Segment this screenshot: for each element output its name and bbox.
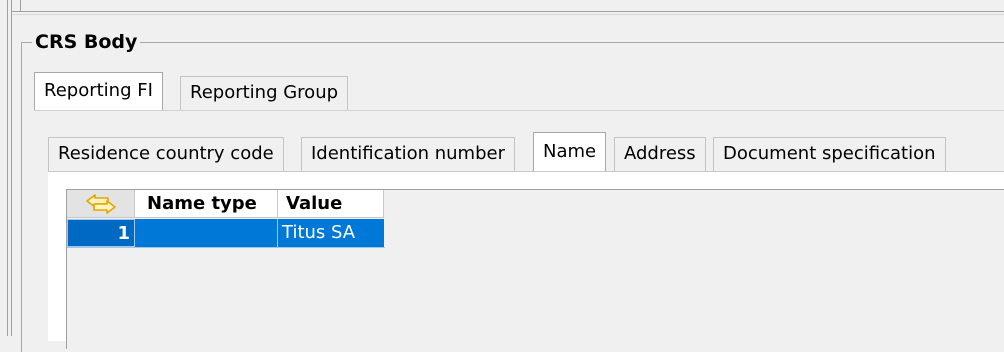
top-pane-divider-shadow — [12, 14, 1004, 15]
tab-residence-country-code[interactable]: Residence country code — [48, 137, 284, 171]
tab-name[interactable]: Name — [533, 132, 607, 171]
tab-reporting-group[interactable]: Reporting Group — [180, 76, 349, 110]
window-border-left — [7, 0, 8, 336]
tab-reporting-fi[interactable]: Reporting FI — [34, 72, 163, 110]
inner-tabs-baseline — [48, 171, 1004, 172]
column-header-value[interactable]: Value — [278, 190, 384, 218]
row-divider — [67, 247, 385, 248]
groupbox-title: CRS Body — [32, 31, 141, 53]
swap-arrows-icon — [85, 193, 116, 214]
column-header-name-type[interactable]: Name type — [135, 190, 278, 218]
tab-address[interactable]: Address — [614, 137, 706, 171]
tab-identification-number[interactable]: Identification number — [301, 137, 515, 171]
grid-corner-button[interactable] — [67, 190, 135, 218]
top-pane-divider[interactable] — [12, 11, 1004, 12]
row-header[interactable]: 1 — [67, 219, 135, 247]
tab-document-specification[interactable]: Document specification — [713, 137, 946, 171]
outer-tabs-baseline — [34, 110, 1004, 111]
cell-value[interactable]: Titus SA — [278, 219, 384, 247]
pane-border-left — [11, 0, 12, 336]
cell-name-type[interactable] — [135, 219, 278, 247]
top-pane-border — [20, 0, 21, 11]
